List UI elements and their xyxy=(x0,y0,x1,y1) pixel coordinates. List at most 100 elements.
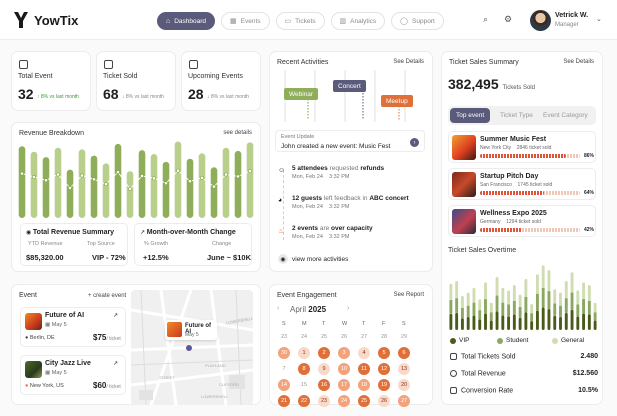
calendar-day[interactable]: 19 xyxy=(378,379,390,391)
ticket-icon xyxy=(104,60,113,69)
calendar-day[interactable]: 4 xyxy=(358,347,370,359)
chevron-right-icon[interactable]: › xyxy=(410,138,419,147)
activity-item[interactable]: ☺ 5 attendees requested refunds Mon, Feb… xyxy=(278,165,384,180)
activity-item[interactable]: ◕ 12 guests left feedback in ABC concert… xyxy=(278,195,409,210)
calendar-day[interactable]: 12 xyxy=(378,363,390,375)
map-popup[interactable]: Future of AI May 5 xyxy=(165,320,217,340)
calendar-day[interactable]: 14 xyxy=(278,379,290,391)
summary-label: Change xyxy=(212,241,232,247)
calendar-day[interactable]: 24 xyxy=(298,331,310,343)
search-icon[interactable]: ⌕ xyxy=(483,14,488,25)
calendar-day[interactable]: 5 xyxy=(378,347,390,359)
calendar-day[interactable]: 7 xyxy=(278,363,290,375)
chevron-left-icon[interactable]: ‹ xyxy=(277,305,279,312)
gear-icon[interactable]: ⚙ xyxy=(504,14,512,25)
calendar-day[interactable]: 9 xyxy=(318,363,330,375)
calendar-day[interactable]: 20 xyxy=(398,379,410,391)
overtime-bar xyxy=(501,287,505,330)
see-details-link[interactable]: See Details xyxy=(393,59,424,65)
see-details-link[interactable]: See Details xyxy=(563,59,594,65)
bar-segment-general xyxy=(495,276,499,296)
top-event-item[interactable]: Summer Music Fest New York City 2846 tic… xyxy=(448,131,596,163)
calendar-day[interactable]: 25 xyxy=(318,331,330,343)
revenue-bar xyxy=(150,154,158,218)
event-name: Future of AI xyxy=(45,312,85,319)
calendar-day[interactable]: 23 xyxy=(318,395,330,407)
revenue-point xyxy=(80,173,84,178)
top-event-item[interactable]: Startup Pitch Day San Francisco 1745 tic… xyxy=(448,168,596,200)
revenue-point xyxy=(128,187,132,191)
calendar-day[interactable]: 17 xyxy=(338,379,350,391)
calendar-day[interactable]: 27 xyxy=(398,395,410,407)
trend-icon: ↗ xyxy=(140,230,147,236)
tab-top-event[interactable]: Top event xyxy=(450,108,491,123)
calendar-day[interactable]: 2 xyxy=(318,347,330,359)
tab-ticket-type[interactable]: Ticket Type xyxy=(494,108,539,123)
nav-tickets[interactable]: ▭ Tickets xyxy=(275,12,325,30)
event-map[interactable]: Future of AI May 5 LOWERSHELL STREET PLA… xyxy=(131,290,253,405)
bar-segment-student xyxy=(564,298,568,313)
calendar-day[interactable]: 22 xyxy=(298,395,310,407)
create-event-link[interactable]: + create event xyxy=(88,293,126,299)
calendar-day[interactable]: 29 xyxy=(398,331,410,343)
logo[interactable]: YowTix xyxy=(12,10,78,30)
nav-analytics[interactable]: ▥ Analytics xyxy=(330,12,386,30)
legend-student: Student xyxy=(497,337,528,344)
share-icon[interactable]: ↗ xyxy=(113,360,118,367)
nav-events[interactable]: ▦ Events xyxy=(221,12,270,30)
top-event-item[interactable]: Wellness Expo 2025 Germany 1294 ticket s… xyxy=(448,205,596,237)
street-label: STREET xyxy=(159,375,175,380)
card-title: Event xyxy=(19,292,37,299)
bar-segment-general xyxy=(472,287,476,303)
revenue-bar xyxy=(30,151,38,218)
overtime-bar xyxy=(530,304,534,330)
bar-segment-student xyxy=(489,312,493,321)
see-report-link[interactable]: See Report xyxy=(394,292,424,298)
calendar-icon: ▦ xyxy=(230,18,237,25)
calendar-day[interactable]: 13 xyxy=(398,363,410,375)
revenue-point xyxy=(248,169,252,173)
calendar-day[interactable]: 11 xyxy=(358,363,370,375)
calendar-day[interactable]: 15 xyxy=(298,379,310,391)
calendar-day[interactable]: 1 xyxy=(298,347,310,359)
calendar-day[interactable]: 6 xyxy=(398,347,410,359)
calendar-day[interactable]: 26 xyxy=(338,331,350,343)
stat-delta: ↓ 8% vs last month xyxy=(207,94,249,100)
share-icon[interactable]: ↗ xyxy=(113,312,118,319)
calendar-day[interactable]: 30 xyxy=(278,347,290,359)
event-update-card[interactable]: Event Update John created a new event: M… xyxy=(275,130,425,152)
tag-webinar[interactable]: Webinar xyxy=(284,88,319,100)
overtime-bar xyxy=(484,282,487,330)
calendar-day[interactable]: 16 xyxy=(318,379,330,391)
calendar-day[interactable]: 10 xyxy=(338,363,350,375)
revenue-bar xyxy=(234,150,242,218)
calendar-day[interactable]: 25 xyxy=(358,395,370,407)
event-price: $75/ ticket xyxy=(93,333,121,342)
users-icon: ◕ xyxy=(278,197,283,204)
weekday-label: M xyxy=(302,321,307,327)
chevron-down-icon[interactable]: ⌄ xyxy=(596,15,602,23)
calendar-day[interactable]: 18 xyxy=(358,379,370,391)
revenue-point xyxy=(68,186,72,190)
event-item[interactable]: City Jazz Live ▦ May 5 ↗ ● New York, US … xyxy=(20,355,126,395)
calendar-day[interactable]: 23 xyxy=(278,331,290,343)
nav-dashboard[interactable]: ⌂ Dashboard xyxy=(157,12,216,30)
tag-concert[interactable]: Concert xyxy=(333,80,366,92)
calendar-day[interactable]: 21 xyxy=(278,395,290,407)
calendar-day[interactable]: 3 xyxy=(338,347,350,359)
nav-support[interactable]: ◯ Support xyxy=(391,12,444,30)
event-item[interactable]: Future of AI ▦ May 5 ↗ ● Berlin, DE $75/… xyxy=(20,307,126,347)
calendar-day[interactable]: 28 xyxy=(378,331,390,343)
calendar-day[interactable]: 8 xyxy=(298,363,310,375)
tag-meetup[interactable]: Meetup xyxy=(381,95,413,107)
activity-item[interactable]: ♨ 2 events are over capacity Mon, Feb 24… xyxy=(278,225,373,240)
see-details-link[interactable]: see details xyxy=(223,130,252,136)
calendar-day[interactable]: 26 xyxy=(378,395,390,407)
bar-segment-general xyxy=(535,274,539,294)
tab-event-category[interactable]: Event Category xyxy=(537,108,594,123)
avatar[interactable] xyxy=(530,10,551,31)
view-more-activities[interactable]: ◉ view more activities xyxy=(278,254,348,264)
calendar-day[interactable]: 27 xyxy=(358,331,370,343)
chevron-right-icon[interactable]: › xyxy=(347,305,349,312)
calendar-day[interactable]: 24 xyxy=(338,395,350,407)
